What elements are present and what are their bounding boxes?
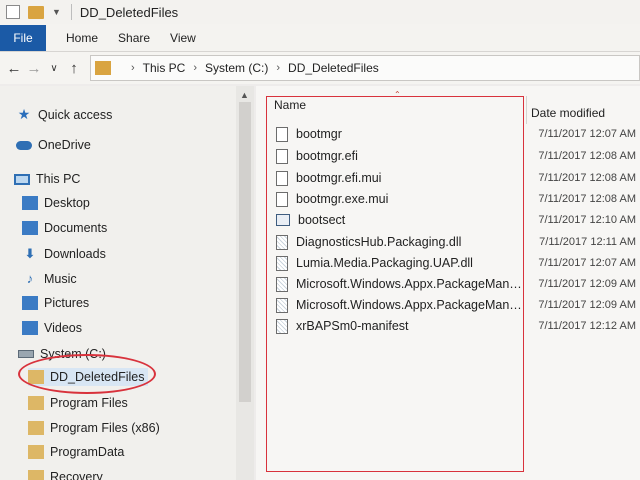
file-date: 7/11/2017 12:08 AM bbox=[538, 172, 636, 184]
breadcrumb-dd-deletedfiles[interactable]: DD_DeletedFiles bbox=[288, 61, 379, 75]
breadcrumb-system-c[interactable]: System (C:) bbox=[205, 61, 268, 75]
ribbon-tabs: File Home Share View bbox=[0, 24, 640, 52]
forward-arrow-icon[interactable]: → bbox=[24, 60, 44, 77]
tab-home[interactable]: Home bbox=[66, 31, 98, 45]
sidebar-item-onedrive[interactable]: OneDrive bbox=[16, 138, 91, 152]
sidebar-item-label: ProgramData bbox=[50, 445, 125, 459]
sidebar-item-label: Downloads bbox=[44, 247, 106, 261]
sidebar-item-desktop[interactable]: Desktop bbox=[22, 196, 90, 210]
file-date: 7/11/2017 12:07 AM bbox=[538, 128, 636, 140]
sidebar-item-program-files[interactable]: Program Files bbox=[28, 396, 128, 410]
nav-scrollbar[interactable]: ▲ bbox=[236, 86, 254, 480]
chevron-right-icon[interactable]: › bbox=[276, 62, 280, 74]
sidebar-item-label: Music bbox=[44, 271, 77, 286]
scroll-up-arrow-icon[interactable]: ▲ bbox=[240, 90, 249, 100]
window-title: DD_DeletedFiles bbox=[79, 4, 179, 20]
sidebar-item-label: Quick access bbox=[38, 107, 113, 122]
sidebar-item-videos[interactable]: Videos bbox=[22, 321, 82, 335]
file-date: 7/11/2017 12:09 AM bbox=[538, 299, 636, 311]
chevron-right-icon[interactable]: › bbox=[131, 62, 135, 74]
folder-icon bbox=[28, 421, 44, 435]
chevron-right-icon[interactable]: › bbox=[193, 62, 197, 74]
sidebar-item-label: This PC bbox=[36, 172, 81, 186]
music-note-icon: ♪ bbox=[26, 271, 34, 286]
sidebar-item-label: Desktop bbox=[44, 196, 90, 210]
title-bar: ▼ DD_DeletedFiles bbox=[0, 0, 640, 24]
file-date: 7/11/2017 12:12 AM bbox=[538, 320, 636, 332]
pictures-folder-icon bbox=[22, 296, 38, 310]
file-date: 7/11/2017 12:10 AM bbox=[538, 214, 636, 226]
scrollbar-thumb[interactable] bbox=[239, 102, 251, 402]
desktop-folder-icon bbox=[22, 196, 38, 210]
tab-share[interactable]: Share bbox=[118, 31, 150, 45]
sidebar-item-music[interactable]: ♪ Music bbox=[22, 271, 77, 286]
address-bar[interactable]: › This PC › System (C:) › DD_DeletedFile… bbox=[90, 55, 640, 81]
sidebar-item-programdata[interactable]: ProgramData bbox=[28, 445, 124, 459]
new-folder-icon[interactable] bbox=[28, 5, 44, 19]
folder-icon bbox=[28, 396, 44, 410]
file-date: 7/11/2017 12:11 AM bbox=[539, 236, 636, 248]
sidebar-item-quick-access[interactable]: ★ Quick access bbox=[16, 106, 113, 123]
star-icon: ★ bbox=[17, 106, 31, 122]
file-date: 7/11/2017 12:08 AM bbox=[538, 193, 636, 205]
properties-icon[interactable] bbox=[6, 5, 20, 19]
chevron-down-icon[interactable]: ▼ bbox=[52, 7, 61, 17]
cloud-icon bbox=[16, 140, 32, 150]
sidebar-item-documents[interactable]: Documents bbox=[22, 221, 107, 235]
sidebar-item-label: OneDrive bbox=[38, 138, 91, 152]
navigation-bar: ← → ∨ ↑ › This PC › System (C:) › DD_Del… bbox=[0, 52, 640, 84]
column-divider[interactable] bbox=[526, 96, 527, 124]
back-arrow-icon[interactable]: ← bbox=[4, 60, 24, 77]
column-header-date-modified[interactable]: Date modified bbox=[531, 106, 605, 120]
sidebar-item-program-files-x86[interactable]: Program Files (x86) bbox=[28, 421, 160, 435]
sidebar-item-pictures[interactable]: Pictures bbox=[22, 296, 89, 310]
folder-icon bbox=[28, 470, 44, 480]
navigation-pane: ★ Quick access OneDrive This PC Desktop … bbox=[0, 86, 236, 480]
sidebar-item-recovery[interactable]: Recovery bbox=[28, 470, 103, 480]
annotation-rectangle bbox=[266, 96, 524, 472]
up-arrow-icon[interactable]: ↑ bbox=[64, 60, 84, 77]
recent-locations-chevron-icon[interactable]: ∨ bbox=[44, 63, 64, 74]
computer-icon bbox=[14, 173, 30, 185]
divider bbox=[70, 4, 72, 20]
sidebar-item-label: Pictures bbox=[44, 296, 90, 310]
tab-file[interactable]: File bbox=[0, 24, 46, 51]
sidebar-item-label: Recovery bbox=[50, 470, 103, 480]
file-date: 7/11/2017 12:08 AM bbox=[538, 150, 636, 162]
folder-icon bbox=[95, 61, 111, 75]
sidebar-item-label: Videos bbox=[44, 321, 82, 335]
download-arrow-icon: ⬇ bbox=[24, 246, 36, 261]
breadcrumb-this-pc[interactable]: This PC bbox=[143, 61, 186, 75]
drive-icon bbox=[18, 350, 34, 358]
sidebar-item-label: Documents bbox=[44, 221, 108, 235]
sidebar-item-label: Program Files (x86) bbox=[50, 421, 160, 435]
documents-folder-icon bbox=[22, 221, 38, 235]
file-date: 7/11/2017 12:09 AM bbox=[538, 278, 636, 290]
videos-folder-icon bbox=[22, 321, 38, 335]
annotation-ellipse bbox=[18, 354, 156, 394]
file-date: 7/11/2017 12:07 AM bbox=[538, 257, 636, 269]
tab-view[interactable]: View bbox=[170, 31, 196, 45]
sidebar-item-label: Program Files bbox=[50, 396, 128, 410]
sidebar-item-downloads[interactable]: ⬇ Downloads bbox=[22, 246, 106, 262]
sidebar-item-this-pc[interactable]: This PC bbox=[14, 172, 80, 186]
folder-icon bbox=[28, 445, 44, 459]
file-list-pane: ⌃ Name Date modified bootmgr 7/11/2017 1… bbox=[256, 86, 640, 480]
